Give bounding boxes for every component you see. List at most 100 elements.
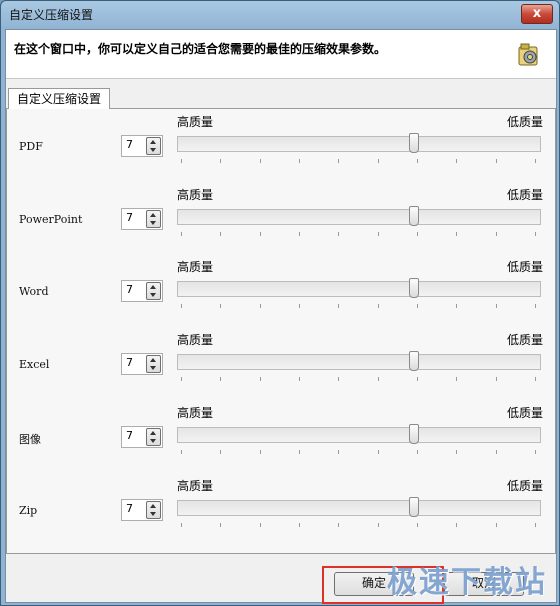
- tab-custom-compression[interactable]: 自定义压缩设置: [8, 88, 111, 109]
- slider-tick: [456, 450, 457, 454]
- slider-tick: [496, 523, 497, 527]
- row-label: Zip: [19, 504, 38, 517]
- arrow-up-icon[interactable]: [150, 140, 156, 144]
- slider-thumb[interactable]: [409, 424, 419, 444]
- dialog-body: 在这个窗口中，你可以定义自己的适合您需要的最佳的压缩效果参数。 自定义压缩设置 …: [5, 29, 557, 603]
- header-description: 在这个窗口中，你可以定义自己的适合您需要的最佳的压缩效果参数。: [14, 42, 387, 56]
- slider-tick: [417, 159, 418, 163]
- slider-tick: [220, 304, 221, 308]
- stepper-arrows[interactable]: [146, 282, 161, 300]
- arrow-up-icon[interactable]: [150, 285, 156, 289]
- slider-tick: [496, 450, 497, 454]
- slider-tick: [338, 377, 339, 381]
- quality-slider[interactable]: [177, 136, 541, 152]
- arrow-down-icon[interactable]: [150, 512, 156, 516]
- stepper-arrows[interactable]: [146, 501, 161, 519]
- slider-tick: [181, 304, 182, 308]
- settings-gear-icon: [518, 43, 538, 66]
- slider-tick: [456, 523, 457, 527]
- stepper-value[interactable]: 7: [126, 502, 133, 515]
- dialog-window: 自定义压缩设置 x 在这个窗口中，你可以定义自己的适合您需要的最佳的压缩效果参数…: [0, 0, 560, 606]
- slider-tick: [299, 377, 300, 381]
- slider-tick: [299, 232, 300, 236]
- close-button[interactable]: x: [521, 4, 553, 24]
- row-label: Word: [19, 285, 49, 298]
- arrow-down-icon[interactable]: [150, 293, 156, 297]
- compression-row: PowerPoint 7 高质量 低质量: [7, 182, 555, 252]
- row-label: PowerPoint: [19, 213, 83, 226]
- slider-ticks: [181, 523, 536, 527]
- quality-slider[interactable]: [177, 427, 541, 443]
- slider-tick: [260, 304, 261, 308]
- slider-thumb[interactable]: [409, 497, 419, 517]
- slider-tick: [535, 523, 536, 527]
- arrow-down-icon[interactable]: [150, 221, 156, 225]
- slider-tick: [338, 159, 339, 163]
- slider-tick: [338, 523, 339, 527]
- quality-stepper[interactable]: 7: [121, 208, 163, 230]
- quality-stepper[interactable]: 7: [121, 280, 163, 302]
- slider-tick: [417, 232, 418, 236]
- slider-tick: [220, 377, 221, 381]
- slider-thumb[interactable]: [409, 278, 419, 298]
- slider-tick: [378, 523, 379, 527]
- low-quality-label: 低质量: [506, 333, 543, 347]
- slider-ticks: [181, 304, 536, 308]
- stepper-value[interactable]: 7: [126, 283, 133, 296]
- arrow-up-icon[interactable]: [150, 213, 156, 217]
- high-quality-label: 高质量: [177, 333, 214, 347]
- high-quality-label: 高质量: [177, 115, 214, 129]
- quality-stepper[interactable]: 7: [121, 353, 163, 375]
- slider-thumb[interactable]: [409, 133, 419, 153]
- slider-tick: [338, 232, 339, 236]
- arrow-down-icon[interactable]: [150, 148, 156, 152]
- slider-tick: [260, 523, 261, 527]
- quality-stepper[interactable]: 7: [121, 426, 163, 448]
- arrow-down-icon[interactable]: [150, 366, 156, 370]
- arrow-up-icon[interactable]: [150, 431, 156, 435]
- low-quality-label: 低质量: [506, 115, 543, 129]
- slider-ticks: [181, 159, 536, 163]
- stepper-arrows[interactable]: [146, 428, 161, 446]
- arrow-up-icon[interactable]: [150, 504, 156, 508]
- stepper-value[interactable]: 7: [126, 356, 133, 369]
- slider-thumb[interactable]: [409, 351, 419, 371]
- close-icon: x: [532, 6, 542, 21]
- low-quality-label: 低质量: [506, 188, 543, 202]
- stepper-arrows[interactable]: [146, 210, 161, 228]
- row-label: Excel: [19, 358, 50, 371]
- arrow-up-icon[interactable]: [150, 358, 156, 362]
- stepper-arrows[interactable]: [146, 355, 161, 373]
- quality-slider[interactable]: [177, 281, 541, 297]
- stepper-value[interactable]: 7: [126, 429, 133, 442]
- stepper-arrows[interactable]: [146, 137, 161, 155]
- slider-tick: [535, 304, 536, 308]
- slider-tick: [260, 159, 261, 163]
- slider-tick: [260, 450, 261, 454]
- quality-slider[interactable]: [177, 354, 541, 370]
- quality-slider[interactable]: [177, 209, 541, 225]
- quality-stepper[interactable]: 7: [121, 499, 163, 521]
- arrow-down-icon[interactable]: [150, 439, 156, 443]
- slider-tick: [496, 232, 497, 236]
- quality-stepper[interactable]: 7: [121, 135, 163, 157]
- slider-tick: [456, 304, 457, 308]
- quality-slider[interactable]: [177, 500, 541, 516]
- slider-tick: [260, 377, 261, 381]
- slider-tick: [220, 523, 221, 527]
- stepper-value[interactable]: 7: [126, 211, 133, 224]
- slider-tick: [378, 304, 379, 308]
- high-quality-label: 高质量: [177, 260, 214, 274]
- compression-row: Zip 7 高质量 低质量: [7, 473, 555, 543]
- row-label: 图像: [19, 433, 41, 446]
- slider-tick: [378, 232, 379, 236]
- slider-tick: [417, 377, 418, 381]
- slider-tick: [456, 159, 457, 163]
- slider-tick: [378, 450, 379, 454]
- slider-thumb[interactable]: [409, 206, 419, 226]
- window-title: 自定义压缩设置: [9, 8, 94, 22]
- stepper-value[interactable]: 7: [126, 138, 133, 151]
- slider-tick: [496, 377, 497, 381]
- compression-row: Word 7 高质量 低质量: [7, 254, 555, 324]
- title-bar[interactable]: 自定义压缩设置 x: [1, 1, 559, 29]
